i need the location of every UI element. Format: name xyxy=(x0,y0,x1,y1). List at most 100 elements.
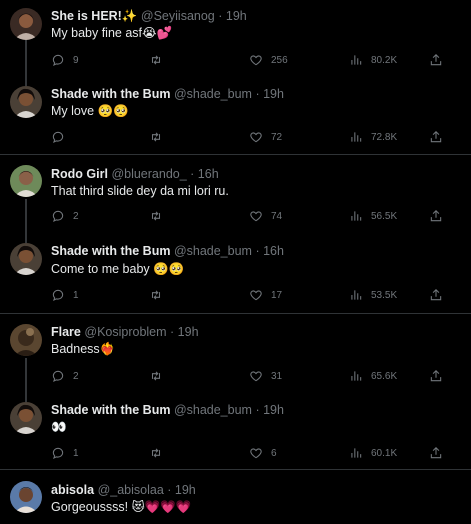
reply-feed: She is HER!✨ @Seyiisanog · 19h My baby f… xyxy=(0,0,471,524)
like-icon xyxy=(249,446,263,460)
user-handle[interactable]: @Kosiproblem xyxy=(84,325,166,339)
display-name[interactable]: Flare xyxy=(51,325,81,339)
like-button[interactable]: 31 xyxy=(249,368,282,384)
thread-line xyxy=(25,40,27,80)
like-button[interactable]: 74 xyxy=(249,208,282,224)
views-icon xyxy=(349,446,363,460)
tweet-kosiproblem[interactable]: Flare @Kosiproblem · 19h Badness❤️‍🔥 2 3… xyxy=(0,314,471,394)
timestamp[interactable]: · 16h xyxy=(255,244,284,258)
views-icon xyxy=(349,288,363,302)
share-button[interactable] xyxy=(429,52,443,68)
avatar[interactable] xyxy=(10,8,42,40)
share-button[interactable] xyxy=(429,287,443,303)
user-handle[interactable]: @shade_bum xyxy=(174,403,252,417)
views-icon xyxy=(349,369,363,383)
avatar[interactable] xyxy=(10,402,42,434)
display-name[interactable]: Shade with the Bum xyxy=(51,244,170,258)
share-button[interactable] xyxy=(429,129,443,145)
retweet-button[interactable] xyxy=(149,208,171,224)
like-button[interactable]: 72 xyxy=(249,129,282,145)
views-button[interactable]: 65.6K xyxy=(349,368,397,384)
display-name[interactable]: Rodo Girl xyxy=(51,167,108,181)
views-button[interactable]: 80.2K xyxy=(349,52,397,68)
retweet-button[interactable] xyxy=(149,52,171,68)
retweet-button[interactable] xyxy=(149,368,171,384)
user-handle[interactable]: @bluerando_ xyxy=(111,167,186,181)
timestamp[interactable]: · 19h xyxy=(167,483,196,497)
timestamp[interactable]: · 19h xyxy=(218,9,247,23)
action-bar: 1 17 53.5K xyxy=(51,287,471,303)
views-button[interactable]: 53.5K xyxy=(349,287,397,303)
like-button[interactable]: 17 xyxy=(249,287,282,303)
user-handle[interactable]: @shade_bum xyxy=(174,244,252,258)
retweet-button[interactable] xyxy=(149,129,171,145)
avatar[interactable] xyxy=(10,324,42,356)
share-button[interactable] xyxy=(429,368,443,384)
reply-button[interactable]: 1 xyxy=(51,445,79,461)
user-handle[interactable]: @shade_bum xyxy=(174,87,252,101)
share-button[interactable] xyxy=(429,208,443,224)
tweet-header: Rodo Girl @bluerando_ · 16h xyxy=(51,166,219,182)
display-name[interactable]: abisola xyxy=(51,483,94,497)
like-button[interactable]: 6 xyxy=(249,445,277,461)
timestamp[interactable]: · 16h xyxy=(190,167,219,181)
tweet-shade-bum[interactable]: Shade with the Bum @shade_bum · 19h 👀 1 … xyxy=(0,394,471,469)
retweet-icon xyxy=(149,209,163,223)
like-button[interactable]: 256 xyxy=(249,52,288,68)
avatar[interactable] xyxy=(10,86,42,118)
avatar[interactable] xyxy=(10,481,42,513)
tweet-header: Shade with the Bum @shade_bum · 19h xyxy=(51,86,284,102)
reply-count: 1 xyxy=(73,289,79,301)
tweet-text: 👀 xyxy=(51,420,67,434)
display-name[interactable]: Shade with the Bum xyxy=(51,87,170,101)
retweet-button[interactable] xyxy=(149,287,171,303)
reply-button[interactable]: 2 xyxy=(51,208,79,224)
avatar[interactable] xyxy=(10,165,42,197)
display-name[interactable]: Shade with the Bum xyxy=(51,403,170,417)
reply-button[interactable]: 9 xyxy=(51,52,79,68)
share-icon xyxy=(429,446,443,460)
timestamp[interactable]: · 19h xyxy=(255,403,284,417)
views-count: 80.2K xyxy=(371,54,398,66)
share-button[interactable] xyxy=(429,445,443,461)
action-bar: 9 256 80.2K xyxy=(51,52,471,68)
views-count: 60.1K xyxy=(371,447,398,459)
reply-icon xyxy=(51,209,65,223)
views-button[interactable]: 60.1K xyxy=(349,445,397,461)
user-handle[interactable]: @_abisolaa xyxy=(98,483,164,497)
share-icon xyxy=(429,130,443,144)
tweet-text: Badness❤️‍🔥 xyxy=(51,342,116,356)
tweet-header: abisola @_abisolaa · 19h xyxy=(51,482,196,498)
user-handle[interactable]: @Seyiisanog xyxy=(141,9,215,23)
thread-line xyxy=(25,235,27,243)
share-icon xyxy=(429,288,443,302)
display-name[interactable]: She is HER!✨ xyxy=(51,9,137,23)
reply-icon xyxy=(51,53,65,67)
reply-button[interactable]: 1 xyxy=(51,287,79,303)
avatar[interactable] xyxy=(10,243,42,275)
tweet-bluerando[interactable]: Rodo Girl @bluerando_ · 16h That third s… xyxy=(0,155,471,235)
retweet-icon xyxy=(149,288,163,302)
views-icon xyxy=(349,53,363,67)
timestamp[interactable]: · 19h xyxy=(170,325,199,339)
retweet-button[interactable] xyxy=(149,445,171,461)
like-count: 256 xyxy=(271,54,288,66)
reply-icon xyxy=(51,130,65,144)
action-bar: 72 72.8K xyxy=(51,129,471,145)
reply-button[interactable]: 2 xyxy=(51,368,79,384)
like-icon xyxy=(249,209,263,223)
tweet-abisolaa[interactable]: abisola @_abisolaa · 19h Gorgeoussss! 😻💗… xyxy=(0,470,471,524)
tweet-seyiisanog[interactable]: She is HER!✨ @Seyiisanog · 19h My baby f… xyxy=(0,0,471,80)
retweet-icon xyxy=(149,53,163,67)
tweet-shade-bum[interactable]: Shade with the Bum @shade_bum · 16h Come… xyxy=(0,235,471,313)
views-icon xyxy=(349,209,363,223)
tweet-shade-bum[interactable]: Shade with the Bum @shade_bum · 19h My l… xyxy=(0,80,471,154)
views-count: 72.8K xyxy=(371,131,398,143)
views-button[interactable]: 72.8K xyxy=(349,129,397,145)
tweet-text: Gorgeoussss! 😻💗💗💗 xyxy=(51,500,192,514)
timestamp[interactable]: · 19h xyxy=(255,87,284,101)
tweet-header: Flare @Kosiproblem · 19h xyxy=(51,324,199,340)
reply-button[interactable] xyxy=(51,129,73,145)
views-button[interactable]: 56.5K xyxy=(349,208,397,224)
tweet-text: That third slide dey da mi lori ru. xyxy=(51,184,229,198)
